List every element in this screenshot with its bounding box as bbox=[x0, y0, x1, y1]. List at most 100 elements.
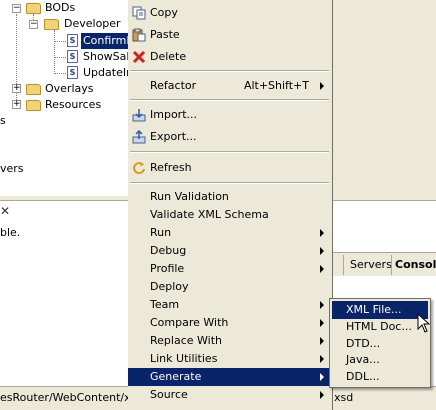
mouse-cursor-icon bbox=[417, 313, 431, 333]
menu-item-label: Debug bbox=[150, 244, 187, 257]
menu-item-label: Team bbox=[150, 298, 180, 311]
submenu-arrow-icon bbox=[320, 373, 324, 381]
schema-file-icon: S bbox=[67, 66, 78, 79]
menu-item-run-validation[interactable]: Run Validation bbox=[128, 188, 331, 206]
submenu-arrow-icon bbox=[320, 82, 324, 90]
copy-icon bbox=[132, 6, 146, 20]
submenu-item-label: XML File... bbox=[346, 303, 402, 316]
close-icon[interactable]: ✕ bbox=[0, 204, 12, 218]
menu-item-profile[interactable]: Profile bbox=[128, 260, 331, 278]
menu-item-label: Delete bbox=[150, 50, 187, 63]
delete-icon bbox=[132, 50, 146, 64]
menu-separator bbox=[130, 182, 329, 184]
menu-shortcut: Alt+Shift+T bbox=[243, 79, 309, 92]
menu-item-label: Source bbox=[150, 388, 188, 401]
submenu-item-xml-file[interactable]: XML File... bbox=[332, 301, 428, 319]
menu-item-paste[interactable]: Paste bbox=[128, 26, 331, 44]
tab-servers[interactable]: Servers bbox=[350, 258, 392, 271]
submenu-arrow-icon bbox=[320, 337, 324, 345]
menu-item-label: Export... bbox=[150, 130, 197, 143]
menu-item-label: Refactor bbox=[150, 79, 197, 92]
menu-item-label: Deploy bbox=[150, 280, 189, 293]
menu-item-delete[interactable]: Delete bbox=[128, 48, 331, 66]
folder-icon bbox=[26, 3, 41, 14]
menu-item-compare-with[interactable]: Compare With bbox=[128, 314, 331, 332]
tree-item-label: Developer bbox=[64, 17, 121, 30]
menu-item-refactor[interactable]: Refactor Alt+Shift+T bbox=[128, 77, 331, 95]
menu-item-copy[interactable]: Copy bbox=[128, 4, 331, 22]
status-path-suffix: xsd bbox=[334, 391, 354, 404]
folder-icon bbox=[26, 100, 41, 111]
tree-item-label: UpdateIn bbox=[83, 66, 128, 79]
tree-item-label: Overlays bbox=[45, 82, 94, 95]
tree-item-resources[interactable]: Resources bbox=[0, 97, 128, 113]
tab-divider bbox=[391, 255, 392, 275]
tree-item-label: BODs bbox=[45, 1, 76, 14]
project-explorer-tree: − BODs − Developer S ConfirmB S ShowSale… bbox=[0, 0, 128, 196]
menu-item-run[interactable]: Run bbox=[128, 224, 331, 242]
import-icon bbox=[132, 109, 146, 122]
menu-item-label: Replace With bbox=[150, 334, 222, 347]
menu-item-generate[interactable]: Generate bbox=[128, 368, 331, 386]
menu-item-validate-xml-schema[interactable]: Validate XML Schema bbox=[128, 206, 331, 224]
menu-item-label: Compare With bbox=[150, 316, 229, 329]
submenu-arrow-icon bbox=[320, 301, 324, 309]
menu-separator bbox=[130, 70, 329, 72]
tree-item-label-selected: ConfirmB bbox=[81, 33, 128, 49]
menu-item-label: Profile bbox=[150, 262, 185, 275]
tree-item-overlays[interactable]: Overlays bbox=[0, 81, 128, 97]
submenu-item-label: Java... bbox=[346, 353, 380, 366]
menu-separator bbox=[130, 151, 329, 153]
submenu-arrow-icon bbox=[320, 247, 324, 255]
submenu-arrow-icon bbox=[320, 391, 324, 399]
menu-item-debug[interactable]: Debug bbox=[128, 242, 331, 260]
menu-item-deploy[interactable]: Deploy bbox=[128, 278, 331, 296]
submenu-arrow-icon bbox=[320, 265, 324, 273]
submenu-arrow-icon bbox=[320, 229, 324, 237]
menu-item-replace-with[interactable]: Replace With bbox=[128, 332, 331, 350]
menu-item-label: Run bbox=[150, 226, 172, 239]
folder-icon bbox=[44, 19, 59, 30]
menu-item-label: Copy bbox=[150, 6, 178, 19]
menu-item-label: Generate bbox=[150, 370, 202, 383]
tree-item-updatein[interactable]: S UpdateIn bbox=[0, 65, 128, 81]
tree-item-bods[interactable]: BODs bbox=[0, 0, 128, 16]
tree-item-label: s bbox=[0, 114, 6, 127]
submenu-item-label: DDL... bbox=[346, 370, 380, 383]
schema-file-icon: S bbox=[67, 34, 78, 47]
menu-item-team[interactable]: Team bbox=[128, 296, 331, 314]
menu-item-refresh[interactable]: Refresh bbox=[128, 159, 331, 177]
tab-console[interactable]: Console bbox=[395, 258, 436, 271]
menu-item-label: Import... bbox=[150, 108, 197, 121]
menu-item-label: Paste bbox=[150, 28, 180, 41]
tree-item-label: Resources bbox=[45, 98, 102, 111]
tree-item-label: ShowSale bbox=[83, 50, 128, 63]
menu-item-source[interactable]: Source bbox=[128, 386, 331, 404]
schema-file-icon: S bbox=[67, 50, 78, 63]
paste-icon bbox=[132, 28, 146, 42]
menu-item-label: Refresh bbox=[150, 161, 192, 174]
submenu-item-label: HTML Doc... bbox=[346, 320, 412, 333]
menu-item-label: Link Utilities bbox=[150, 352, 218, 365]
view-tab-bar: Servers Console bbox=[333, 252, 436, 276]
menu-item-export[interactable]: Export... bbox=[128, 128, 331, 146]
export-icon bbox=[132, 130, 146, 144]
submenu-item-java[interactable]: Java... bbox=[332, 351, 428, 369]
menu-item-link-utilities[interactable]: Link Utilities bbox=[128, 350, 331, 368]
tree-item-developer[interactable]: Developer bbox=[0, 16, 128, 32]
refresh-icon bbox=[133, 162, 145, 175]
submenu-arrow-icon bbox=[320, 319, 324, 327]
tab-divider bbox=[343, 255, 344, 275]
status-path: esRouter/WebContent/xsd bbox=[0, 391, 144, 404]
submenu-item-ddl[interactable]: DDL... bbox=[332, 368, 428, 386]
tree-item-label: vers bbox=[0, 162, 24, 175]
tree-item-confirm[interactable]: S ConfirmB bbox=[0, 33, 128, 49]
context-menu: Copy Paste Delete Refactor Alt+Shift+T I… bbox=[128, 0, 333, 410]
submenu-arrow-icon bbox=[320, 355, 324, 363]
submenu-item-html-doc[interactable]: HTML Doc... bbox=[332, 318, 428, 336]
menu-item-label: Run Validation bbox=[150, 190, 229, 203]
menu-item-import[interactable]: Import... bbox=[128, 106, 331, 124]
tree-item-showsale[interactable]: S ShowSale bbox=[0, 49, 128, 65]
generate-submenu: XML File... HTML Doc... DTD... Java... D… bbox=[329, 298, 431, 388]
menu-separator bbox=[130, 99, 329, 101]
